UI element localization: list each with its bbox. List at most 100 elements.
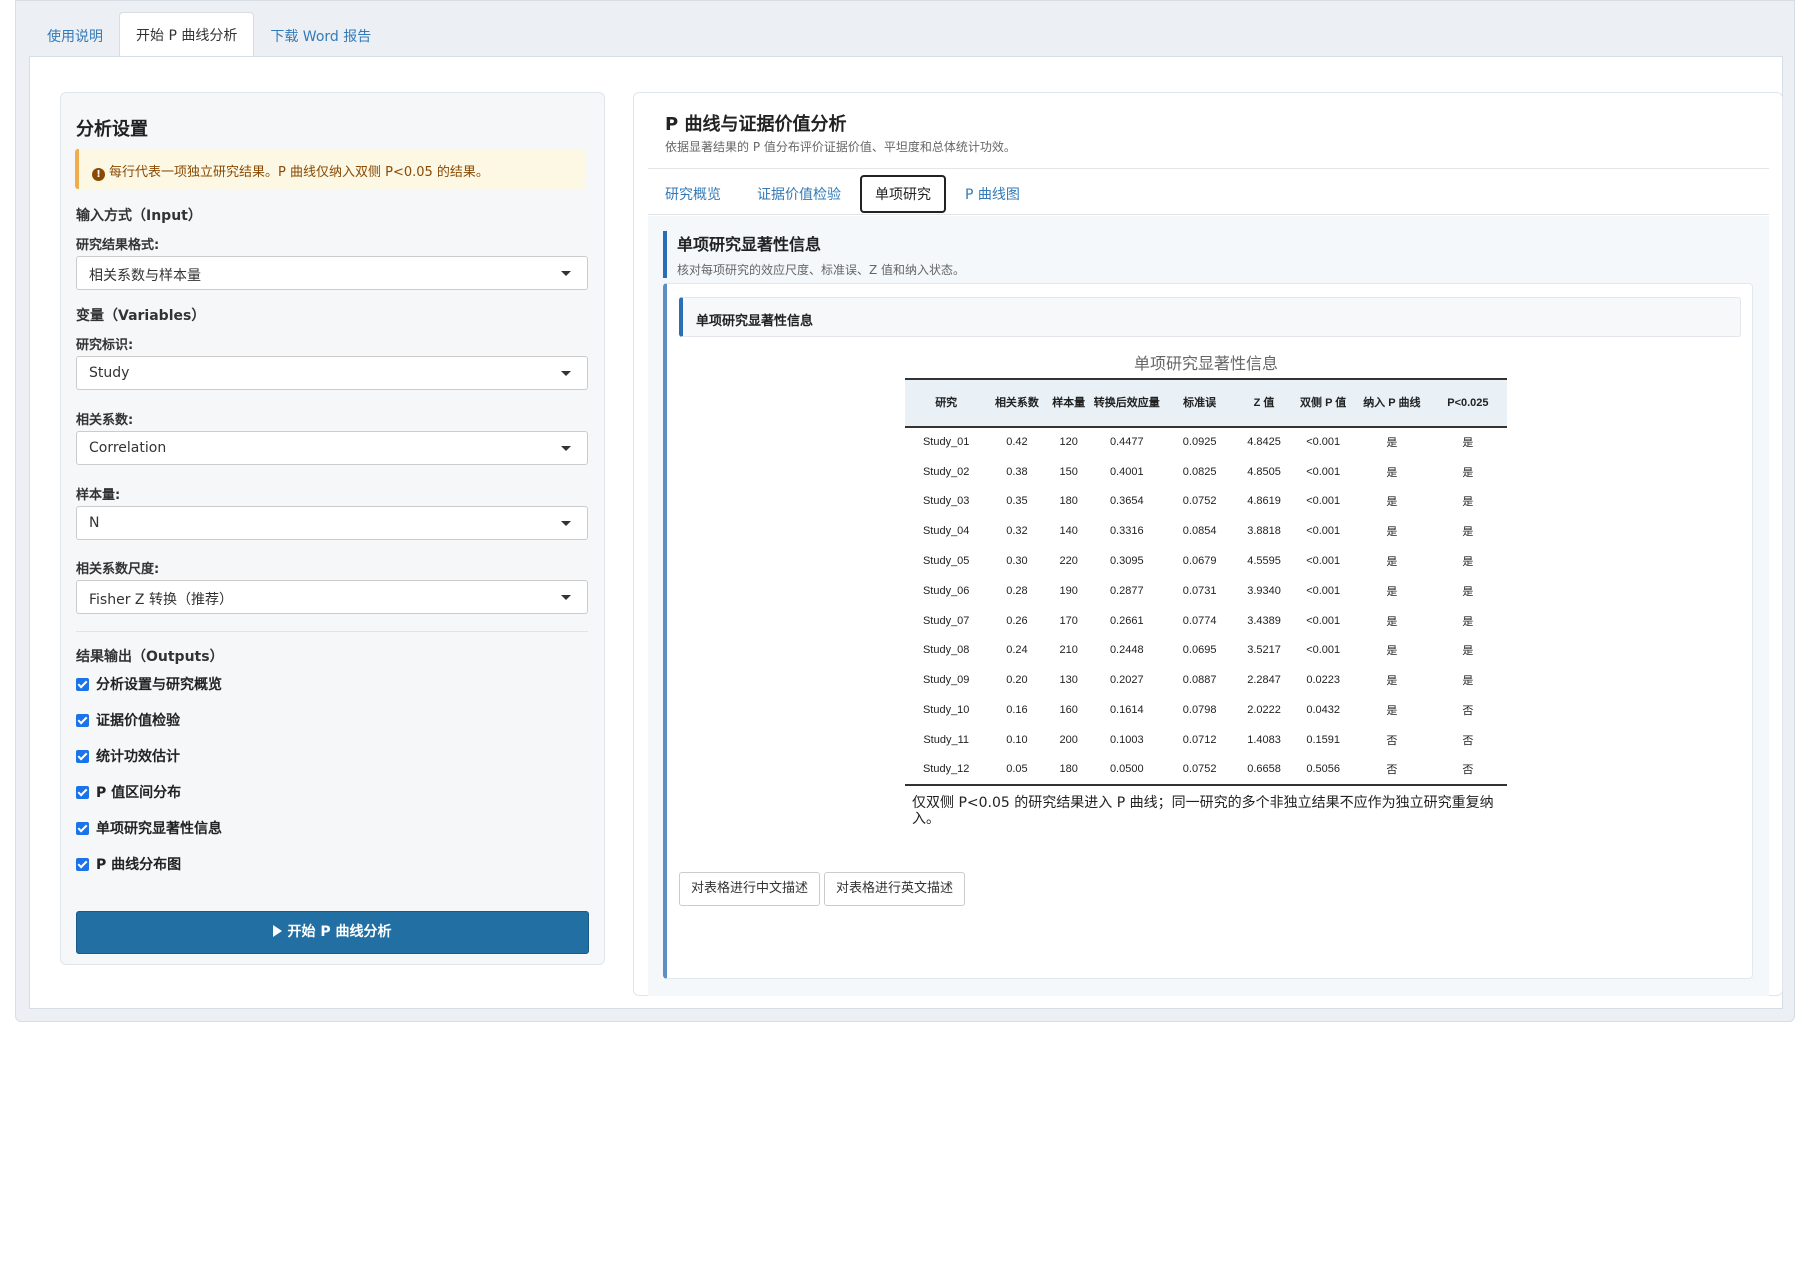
output-checkbox-power[interactable]: 统计功效估计 bbox=[76, 746, 180, 766]
alert-text: 每行代表一项独立研究结果。P 曲线仅纳入双侧 P<0.05 的结果。 bbox=[109, 165, 489, 180]
table-cell: 是 bbox=[1386, 675, 1398, 688]
table-row: Study_06 0.28 190 0.2877 0.0731 3.9340 <0.001 是… bbox=[905, 576, 1507, 606]
study-select[interactable]: Study bbox=[76, 356, 588, 390]
checkbox-label: 单项研究显著性信息 bbox=[96, 821, 222, 837]
tab-instructions[interactable]: 使用说明 bbox=[31, 14, 119, 57]
output-checkbox-overview[interactable]: 分析设置与研究概览 bbox=[76, 674, 222, 694]
format-select[interactable]: 相关系数与样本量 bbox=[76, 256, 588, 290]
table-cell: 0.0679 bbox=[1182, 555, 1217, 568]
significance-table: 研究 相关系数 样本量 转换后效应量 标准误 Z 值 双侧 P 值 纳入 P 曲… bbox=[905, 378, 1507, 786]
checkbox-label: 分析设置与研究概览 bbox=[96, 677, 222, 693]
describe-english-button[interactable]: 对表格进行英文描述 bbox=[824, 872, 966, 906]
table-cell: 180 bbox=[1046, 754, 1091, 786]
table-cell: 130 bbox=[1059, 674, 1078, 687]
table-cell: 0.3095 bbox=[1109, 555, 1144, 568]
app-shell: 使用说明 开始 P 曲线分析 下载 Word 报告 分析设置 ! 每行代表一项独立… bbox=[15, 0, 1795, 1022]
tab-evidence-test[interactable]: 证据价值检验 bbox=[740, 176, 858, 212]
table-cell: Study_02 bbox=[922, 465, 970, 478]
tab-download-report[interactable]: 下载 Word 报告 bbox=[254, 14, 387, 57]
format-label: 研究结果格式: bbox=[76, 238, 160, 253]
tab-single-study[interactable]: 单项研究 bbox=[860, 174, 946, 213]
output-checkbox-pvalue-bins[interactable]: P 值区间分布 bbox=[76, 782, 181, 802]
table-cell: 0.16 bbox=[1006, 704, 1028, 717]
table-cell: 是 bbox=[1386, 645, 1398, 658]
exclamation-circle-icon: ! bbox=[92, 168, 105, 181]
table-cell: 是 bbox=[1462, 466, 1474, 479]
output-checkbox-single-study[interactable]: 单项研究显著性信息 bbox=[76, 818, 222, 838]
tab-pcurve-plot[interactable]: P 曲线图 bbox=[948, 176, 1037, 212]
table-cell: 4.8425 bbox=[1247, 436, 1281, 449]
table-cell: Study_05 bbox=[922, 555, 970, 568]
table-cell: 0.4001 bbox=[1109, 465, 1144, 478]
table-cell: 是 bbox=[1386, 615, 1398, 628]
table-cell: 0.0752 bbox=[1182, 495, 1217, 508]
table-cell: <0.001 bbox=[1306, 495, 1341, 508]
sample-size-select[interactable]: N bbox=[76, 506, 588, 540]
scale-select[interactable]: Fisher Z 转换（推荐） bbox=[76, 580, 588, 614]
table-cell: 4.8505 bbox=[1247, 465, 1281, 478]
table-cell: 0.2448 bbox=[1109, 644, 1144, 657]
checkbox-checked-icon[interactable] bbox=[76, 821, 89, 835]
table-cell: 3.4389 bbox=[1247, 614, 1281, 627]
table-cell: Study_04 bbox=[922, 525, 970, 538]
table-cell: 0.0825 bbox=[1182, 465, 1217, 478]
checkbox-checked-icon[interactable] bbox=[76, 785, 89, 799]
sample-size-label: 样本量: bbox=[76, 488, 121, 503]
output-checkbox-pcurve-plot[interactable]: P 曲线分布图 bbox=[76, 854, 181, 874]
correlation-select[interactable]: Correlation bbox=[76, 431, 588, 465]
tab-overview[interactable]: 研究概览 bbox=[648, 176, 738, 212]
table-cell: 0.0500 bbox=[1090, 754, 1163, 786]
table-caption: 单项研究显著性信息 bbox=[1133, 354, 1278, 373]
table-cell: 3.9340 bbox=[1247, 584, 1281, 597]
checkbox-checked-icon[interactable] bbox=[76, 713, 89, 727]
pane-description: 核对每项研究的效应尺度、标准误、Z 值和纳入状态。 bbox=[677, 263, 966, 277]
table-container: 单项研究显著性信息 研究 相关系数 样本量 转换后效应量 标准误 Z 值 双侧 … bbox=[905, 350, 1507, 827]
col-header: 相关系数 bbox=[987, 378, 1047, 428]
correlation-select-value: Correlation bbox=[89, 440, 167, 456]
scale-label: 相关系数尺度: bbox=[76, 562, 160, 577]
describe-chinese-button[interactable]: 对表格进行中文描述 bbox=[679, 872, 821, 906]
run-analysis-button[interactable]: 开始 P 曲线分析 bbox=[76, 911, 589, 954]
output-checkbox-evidence[interactable]: 证据价值检验 bbox=[76, 710, 180, 730]
table-row: Study_04 0.32 140 0.3316 0.0854 3.8818 <0.001 是… bbox=[905, 516, 1507, 546]
settings-sidebar: 分析设置 ! 每行代表一项独立研究结果。P 曲线仅纳入双侧 P<0.05 的结果。… bbox=[60, 92, 605, 965]
table-cell: 2.2847 bbox=[1247, 674, 1281, 687]
table-cell: 0.05 bbox=[987, 754, 1047, 786]
correlation-label: 相关系数: bbox=[76, 413, 134, 428]
table-row: Study_10 0.16 160 0.1614 0.0798 2.0222 0.0432 是… bbox=[905, 695, 1507, 725]
card-title: 单项研究显著性信息 bbox=[679, 297, 1741, 337]
table-cell: 0.1614 bbox=[1109, 704, 1144, 717]
checkbox-checked-icon[interactable] bbox=[76, 677, 89, 691]
study-label: 研究标识: bbox=[76, 338, 134, 353]
table-cell: <0.001 bbox=[1306, 465, 1341, 478]
table-cell: 200 bbox=[1059, 733, 1078, 746]
table-cell: <0.001 bbox=[1306, 436, 1341, 449]
checkbox-checked-icon[interactable] bbox=[76, 857, 89, 871]
table-cell: 是 bbox=[1462, 496, 1474, 509]
table-cell: Study_03 bbox=[922, 495, 970, 508]
col-header: 纳入 P 曲线 bbox=[1354, 378, 1429, 428]
table-cell: 4.5595 bbox=[1247, 555, 1281, 568]
table-cell: 是 bbox=[1386, 705, 1398, 718]
table-cell: 0.0925 bbox=[1182, 436, 1217, 449]
table-row: Study_08 0.24 210 0.2448 0.0695 3.5217 <0.001 是… bbox=[905, 636, 1507, 666]
table-cell: <0.001 bbox=[1306, 525, 1341, 538]
table-cell: 0.10 bbox=[1006, 733, 1028, 746]
page-title: P 曲线与证据价值分析 bbox=[665, 114, 847, 135]
results-panel: P 曲线与证据价值分析 依据显著结果的 P 值分布评价证据价值、平坦度和总体统计… bbox=[633, 92, 1783, 996]
caret-down-icon bbox=[561, 446, 571, 451]
study-select-value: Study bbox=[89, 365, 130, 381]
table-cell: 0.5056 bbox=[1291, 754, 1355, 786]
section-divider bbox=[76, 631, 588, 632]
table-cell: 180 bbox=[1059, 495, 1078, 508]
result-card: 单项研究显著性信息 单项研究显著性信息 研究 相关系数 样本量 转换后效应量 标… bbox=[663, 283, 1753, 979]
checkbox-checked-icon[interactable] bbox=[76, 749, 89, 763]
checkbox-label: P 曲线分布图 bbox=[96, 857, 182, 873]
table-cell: 0.0774 bbox=[1182, 614, 1217, 627]
tab-content-panel: 分析设置 ! 每行代表一项独立研究结果。P 曲线仅纳入双侧 P<0.05 的结果。… bbox=[29, 56, 1783, 1009]
table-row: Study_07 0.26 170 0.2661 0.0774 3.4389 <0.001 是… bbox=[905, 606, 1507, 636]
table-cell: 是 bbox=[1462, 526, 1474, 539]
table-row: Study_05 0.30 220 0.3095 0.0679 4.5595 <0.001 是… bbox=[905, 546, 1507, 576]
tab-start-analysis[interactable]: 开始 P 曲线分析 bbox=[119, 12, 255, 57]
table-cell: 4.8619 bbox=[1247, 495, 1281, 508]
